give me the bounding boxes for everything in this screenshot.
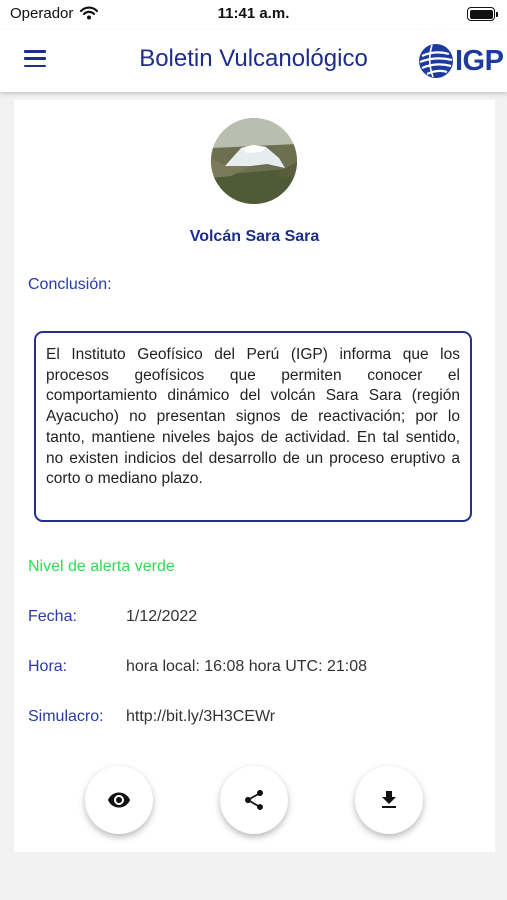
status-bar: Operador 11:41 a.m. bbox=[0, 0, 507, 30]
date-value: 1/12/2022 bbox=[126, 608, 198, 625]
igp-logo: IGP bbox=[418, 42, 504, 80]
volcano-photo bbox=[211, 118, 297, 204]
status-time: 11:41 a.m. bbox=[217, 5, 290, 22]
date-label: Fecha: bbox=[28, 608, 77, 625]
igp-globe-icon bbox=[419, 44, 453, 78]
drill-label: Simulacro: bbox=[28, 708, 104, 725]
conclusion-text: El Instituto Geofísico del Perú (IGP) in… bbox=[46, 346, 460, 488]
conclusion-label: Conclusión: bbox=[28, 276, 112, 293]
alert-level-label: Nivel de alerta verde bbox=[28, 558, 175, 575]
battery-icon bbox=[467, 7, 498, 21]
time-value: hora local: 16:08 hora UTC: 21:08 bbox=[126, 658, 368, 675]
igp-logo-text: IGP bbox=[455, 45, 504, 77]
bulletin-card: Volcán Sara Sara Conclusión: El Institut… bbox=[14, 100, 495, 852]
drill-link[interactable]: http://bit.ly/3H3CEWr bbox=[126, 708, 275, 726]
view-button[interactable] bbox=[85, 766, 153, 834]
download-icon bbox=[382, 791, 396, 808]
share-icon bbox=[245, 790, 263, 810]
app-bar: Boletin Vulcanológico IGP bbox=[0, 30, 507, 92]
volcano-name: Volcán Sara Sara bbox=[189, 228, 320, 245]
conclusion-box: El Instituto Geofísico del Perú (IGP) in… bbox=[34, 331, 472, 522]
download-button[interactable] bbox=[355, 766, 423, 834]
eye-icon bbox=[108, 792, 130, 808]
time-label: Hora: bbox=[28, 658, 68, 675]
share-button[interactable] bbox=[220, 766, 288, 834]
